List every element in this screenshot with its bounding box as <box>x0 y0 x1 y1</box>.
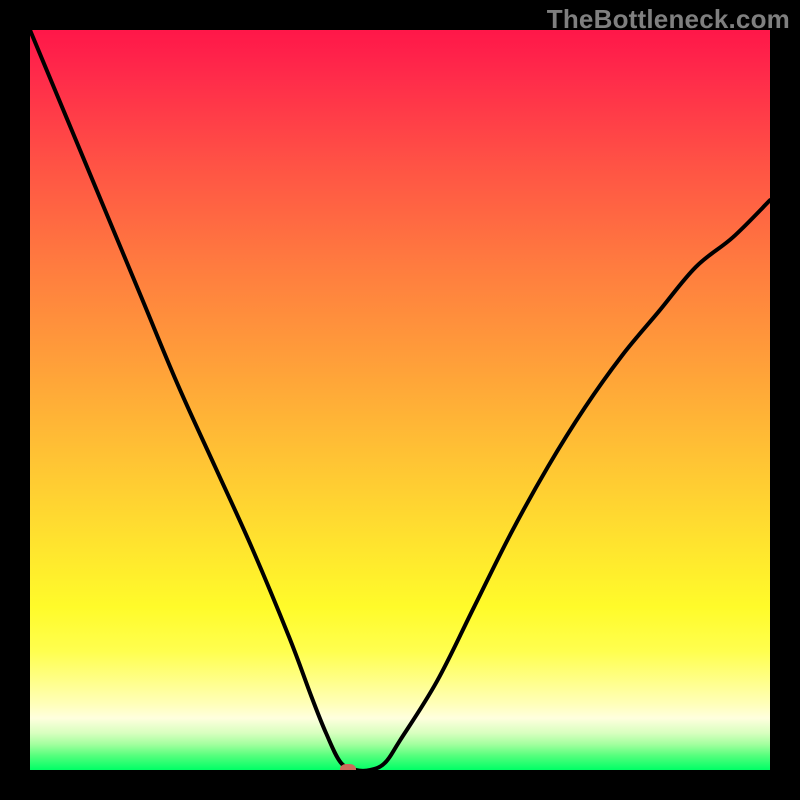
bottleneck-curve <box>30 30 770 770</box>
chart-frame: TheBottleneck.com <box>0 0 800 800</box>
watermark-text: TheBottleneck.com <box>547 4 790 35</box>
plot-area <box>30 30 770 770</box>
curve-svg <box>30 30 770 770</box>
optimal-marker <box>340 764 356 770</box>
